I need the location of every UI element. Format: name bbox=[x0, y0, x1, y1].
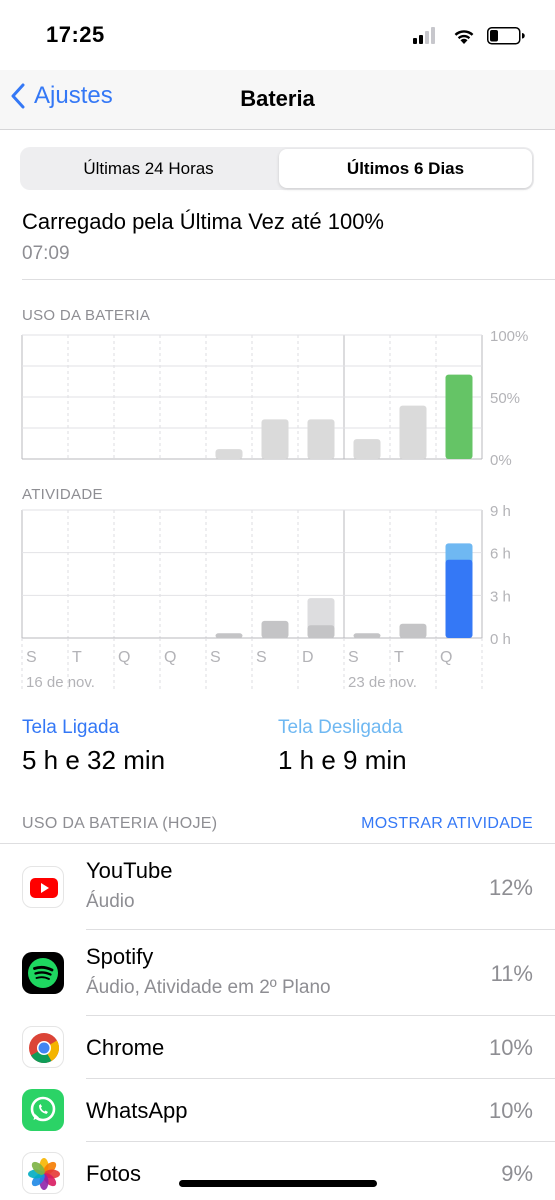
date-label: 23 de nov. bbox=[348, 674, 417, 691]
screen-on-label: Tela Ligada bbox=[22, 717, 120, 738]
date-label: 16 de nov. bbox=[26, 674, 95, 691]
battery-usage-chart-title: USO DA BATERIA bbox=[22, 307, 151, 324]
y-tick-label: 0% bbox=[490, 452, 512, 465]
app-row-photos[interactable]: Fotos 9% bbox=[0, 1142, 555, 1200]
x-tick-label: T bbox=[394, 649, 404, 666]
app-row-youtube[interactable]: YouTube Áudio 12% bbox=[0, 844, 555, 930]
screen-off-value: 1 h e 9 min bbox=[278, 745, 407, 775]
whatsapp-icon bbox=[22, 1089, 64, 1131]
y-tick-label: 0 h bbox=[490, 631, 511, 648]
battery-usage-chart: 100% 50% 0% bbox=[21, 328, 528, 465]
y-tick-label: 6 h bbox=[490, 546, 511, 563]
battery-bar bbox=[215, 449, 243, 459]
activity-bar-screen-off bbox=[307, 598, 335, 630]
x-tick-label: S bbox=[210, 649, 221, 666]
x-tick-label: Q bbox=[440, 649, 452, 666]
app-name: YouTube bbox=[86, 858, 173, 883]
tab-last-24-hours[interactable]: Últimas 24 Horas bbox=[22, 149, 275, 188]
app-percent: 9% bbox=[501, 1161, 533, 1186]
status-time: 17:25 bbox=[46, 22, 105, 47]
x-tick-label: Q bbox=[118, 649, 130, 666]
app-row-spotify[interactable]: Spotify Áudio, Atividade em 2º Plano 11% bbox=[0, 930, 555, 1016]
activity-bar-screen-on bbox=[215, 633, 243, 638]
battery-icon bbox=[487, 27, 525, 45]
app-name: Fotos bbox=[86, 1161, 142, 1186]
period-segmented-control: Últimas 24 Horas Últimos 6 Dias bbox=[20, 147, 534, 190]
screen-on-value: 5 h e 32 min bbox=[22, 745, 166, 775]
app-name: WhatsApp bbox=[86, 1098, 188, 1123]
app-percent: 11% bbox=[490, 961, 533, 986]
chrome-icon bbox=[22, 1026, 64, 1068]
app-row-whatsapp[interactable]: WhatsApp 10% bbox=[0, 1079, 555, 1142]
activity-bar-screen-on bbox=[399, 623, 427, 638]
app-subtitle: Áudio, Atividade em 2º Plano bbox=[86, 977, 331, 998]
cellular-signal-icon bbox=[413, 27, 435, 44]
x-tick-label: S bbox=[348, 649, 359, 666]
app-percent: 12% bbox=[488, 875, 533, 900]
home-indicator[interactable] bbox=[179, 1180, 377, 1187]
battery-bar bbox=[353, 439, 381, 459]
y-tick-label: 9 h bbox=[490, 503, 511, 520]
photos-icon bbox=[22, 1152, 64, 1194]
app-subtitle: Áudio bbox=[86, 891, 135, 912]
app-name: Chrome bbox=[86, 1035, 165, 1060]
battery-bar bbox=[261, 419, 289, 459]
x-tick-label: T bbox=[72, 649, 82, 666]
y-tick-label: 50% bbox=[490, 390, 520, 407]
battery-bar bbox=[399, 405, 427, 459]
activity-chart: 9 h 6 h 3 h 0 h S T Q Q S S D S T Q 16 de nov. 23 de no… bbox=[21, 503, 511, 692]
last-charge-time: 07:09 bbox=[22, 243, 70, 264]
y-tick-label: 3 h bbox=[490, 588, 511, 605]
screen-off-label: Tela Desligada bbox=[278, 717, 403, 738]
x-tick-label: S bbox=[256, 649, 267, 666]
app-percent: 10% bbox=[488, 1098, 533, 1123]
activity-bar-screen-on bbox=[307, 625, 335, 638]
activity-bar-screen-on bbox=[261, 620, 289, 638]
spotify-icon bbox=[22, 952, 64, 994]
app-percent: 10% bbox=[488, 1035, 533, 1060]
app-name: Spotify bbox=[86, 944, 154, 969]
activity-bar-screen-on bbox=[445, 559, 473, 638]
wifi-icon bbox=[454, 30, 474, 44]
x-tick-label: S bbox=[26, 649, 37, 666]
divider bbox=[22, 279, 555, 280]
page-title: Bateria bbox=[240, 86, 315, 111]
usage-list-header: USO DA BATERIA (HOJE) bbox=[22, 815, 218, 832]
tab-last-6-days[interactable]: Últimos 6 Dias bbox=[279, 149, 532, 188]
x-tick-label: D bbox=[302, 649, 314, 666]
y-tick-label: 100% bbox=[490, 328, 528, 345]
navigation-bar: Ajustes Bateria bbox=[0, 70, 555, 130]
show-activity-button[interactable]: MOSTRAR ATIVIDADE bbox=[361, 815, 533, 833]
status-bar: 17:25 bbox=[0, 0, 555, 70]
activity-bar-screen-on bbox=[353, 633, 381, 638]
app-row-chrome[interactable]: Chrome 10% bbox=[0, 1016, 555, 1079]
status-icons bbox=[413, 27, 525, 45]
battery-bar bbox=[445, 374, 473, 459]
last-charge-label: Carregado pela Última Vez até 100% bbox=[22, 209, 384, 234]
battery-bar bbox=[307, 419, 335, 459]
youtube-icon bbox=[22, 866, 64, 908]
x-tick-label: Q bbox=[164, 649, 176, 666]
